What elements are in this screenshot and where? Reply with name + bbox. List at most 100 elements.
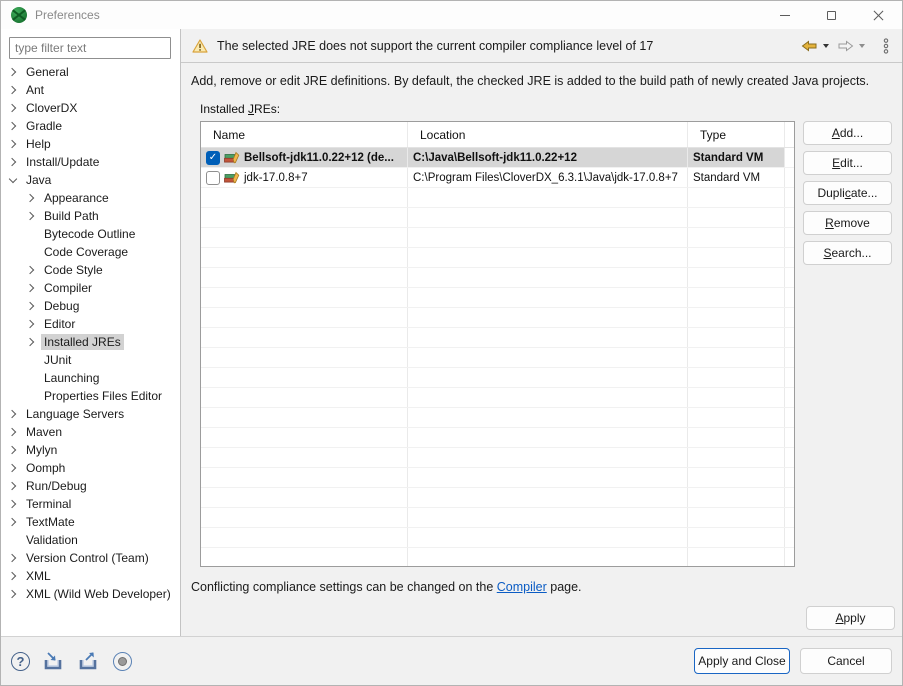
chevron-icon[interactable]: [24, 227, 38, 241]
tree-item[interactable]: Launching: [1, 369, 180, 387]
chevron-icon[interactable]: [6, 551, 20, 565]
compiler-link[interactable]: Compiler: [497, 580, 547, 594]
tree-item[interactable]: Language Servers: [1, 405, 180, 423]
export-preferences-icon[interactable]: [78, 651, 100, 671]
tree-item[interactable]: Debug: [1, 297, 180, 315]
tree-item-label: General: [23, 64, 72, 80]
chevron-icon[interactable]: [24, 389, 38, 403]
chevron-icon[interactable]: [24, 191, 38, 205]
chevron-icon[interactable]: [24, 245, 38, 259]
tree-item[interactable]: General: [1, 63, 180, 81]
back-arrow-icon[interactable]: [801, 39, 818, 53]
chevron-icon[interactable]: [6, 587, 20, 601]
close-button[interactable]: [855, 1, 902, 29]
chevron-icon[interactable]: [6, 407, 20, 421]
tree-item[interactable]: Help: [1, 135, 180, 153]
jre-default-checkbox[interactable]: [206, 171, 220, 185]
jre-table-empty-row: [201, 188, 794, 208]
tree-item[interactable]: TextMate: [1, 513, 180, 531]
column-header-location[interactable]: Location: [408, 122, 688, 147]
tree-item[interactable]: Maven: [1, 423, 180, 441]
chevron-icon[interactable]: [24, 335, 38, 349]
cancel-button[interactable]: Cancel: [800, 648, 892, 674]
tree-item[interactable]: Ant: [1, 81, 180, 99]
tree-item-label: Oomph: [23, 460, 68, 476]
chevron-icon[interactable]: [6, 173, 20, 187]
back-history-dropdown-icon[interactable]: [823, 44, 832, 48]
tree-item[interactable]: Run/Debug: [1, 477, 180, 495]
jre-action-button[interactable]: Search...: [803, 241, 892, 265]
view-menu-icon[interactable]: [882, 38, 890, 54]
table-scrollbar-track[interactable]: [785, 122, 795, 147]
apply-button[interactable]: Apply: [806, 606, 895, 630]
chevron-icon[interactable]: [6, 479, 20, 493]
chevron-icon[interactable]: [6, 515, 20, 529]
jre-table-row[interactable]: Bellsoft-jdk11.0.22+12 (de... C:\Java\Be…: [201, 148, 794, 168]
tree-item[interactable]: Version Control (Team): [1, 549, 180, 567]
tree-item[interactable]: Build Path: [1, 207, 180, 225]
filter-input[interactable]: [9, 37, 171, 59]
tree-item[interactable]: JUnit: [1, 351, 180, 369]
tree-item[interactable]: Gradle: [1, 117, 180, 135]
chevron-icon[interactable]: [24, 209, 38, 223]
chevron-icon[interactable]: [24, 281, 38, 295]
tree-item[interactable]: Install/Update: [1, 153, 180, 171]
forward-history-dropdown-icon[interactable]: [859, 44, 868, 48]
tree-item[interactable]: Installed JREs: [1, 333, 180, 351]
tree-item[interactable]: Bytecode Outline: [1, 225, 180, 243]
tree-item[interactable]: Terminal: [1, 495, 180, 513]
jre-type: Standard VM: [688, 148, 785, 167]
tree-item[interactable]: Code Style: [1, 261, 180, 279]
chevron-icon[interactable]: [6, 533, 20, 547]
chevron-icon[interactable]: [24, 353, 38, 367]
chevron-icon[interactable]: [6, 101, 20, 115]
chevron-icon[interactable]: [6, 497, 20, 511]
table-scrollbar-track[interactable]: [785, 168, 794, 187]
chevron-icon[interactable]: [6, 569, 20, 583]
tree-item-label: Code Style: [41, 262, 106, 278]
window-controls: [761, 1, 902, 29]
tree-item[interactable]: Code Coverage: [1, 243, 180, 261]
jre-action-button[interactable]: Duplicate...: [803, 181, 892, 205]
chevron-icon[interactable]: [24, 299, 38, 313]
tree-item[interactable]: Editor: [1, 315, 180, 333]
maximize-button[interactable]: [808, 1, 855, 29]
chevron-icon[interactable]: [6, 155, 20, 169]
column-header-type[interactable]: Type: [688, 122, 785, 147]
import-preferences-icon[interactable]: [43, 651, 65, 671]
jre-action-buttons: Add... Edit... Duplicate... Remove Searc…: [803, 121, 892, 567]
tree-item[interactable]: XML: [1, 567, 180, 585]
close-icon: [873, 10, 884, 21]
tree-item[interactable]: Compiler: [1, 279, 180, 297]
record-preferences-icon[interactable]: [113, 652, 132, 671]
chevron-icon[interactable]: [6, 137, 20, 151]
chevron-icon[interactable]: [6, 425, 20, 439]
chevron-icon[interactable]: [24, 371, 38, 385]
chevron-icon[interactable]: [24, 263, 38, 277]
chevron-icon[interactable]: [6, 65, 20, 79]
tree-item[interactable]: XML (Wild Web Developer): [1, 585, 180, 603]
chevron-icon[interactable]: [6, 83, 20, 97]
jre-action-button[interactable]: Edit...: [803, 151, 892, 175]
tree-item[interactable]: CloverDX: [1, 99, 180, 117]
jre-action-button[interactable]: Remove: [803, 211, 892, 235]
tree-item[interactable]: Validation: [1, 531, 180, 549]
jre-action-button[interactable]: Add...: [803, 121, 892, 145]
chevron-icon[interactable]: [6, 443, 20, 457]
help-icon[interactable]: ?: [11, 652, 30, 671]
forward-arrow-icon[interactable]: [837, 39, 854, 53]
apply-and-close-button[interactable]: Apply and Close: [694, 648, 790, 674]
tree-item[interactable]: Oomph: [1, 459, 180, 477]
tree-item[interactable]: Mylyn: [1, 441, 180, 459]
chevron-icon[interactable]: [6, 461, 20, 475]
jre-table-row[interactable]: jdk-17.0.8+7 C:\Program Files\CloverDX_6…: [201, 168, 794, 188]
tree-item[interactable]: Java: [1, 171, 180, 189]
tree-item[interactable]: Appearance: [1, 189, 180, 207]
column-header-name[interactable]: Name: [201, 122, 408, 147]
jre-default-checkbox[interactable]: [206, 151, 220, 165]
chevron-icon[interactable]: [6, 119, 20, 133]
minimize-button[interactable]: [761, 1, 808, 29]
tree-item[interactable]: Properties Files Editor: [1, 387, 180, 405]
chevron-icon[interactable]: [24, 317, 38, 331]
table-scrollbar-track[interactable]: [785, 148, 794, 167]
